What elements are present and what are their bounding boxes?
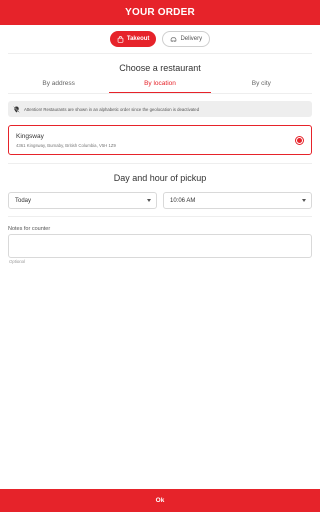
delivery-car-icon [170,36,177,43]
pickup-section-title: Day and hour of pickup [113,173,207,183]
chevron-down-icon [302,199,306,202]
restaurant-address: 4361 Kingsway, Burnaby, British Columbia… [16,143,116,148]
pickup-time-value: 10:06 AM [170,197,196,204]
notes-hint: Optional [9,259,26,264]
radio-dot [297,138,302,143]
notes-input[interactable] [8,234,312,258]
delivery-button[interactable]: Delivery [162,31,211,47]
restaurant-section-title: Choose a restaurant [119,63,201,73]
location-off-icon [13,105,20,113]
notes-label: Notes for counter [8,226,51,232]
divider [8,53,312,54]
notice-text: Attention! Restaurants are shown in an a… [24,106,200,112]
restaurant-item[interactable]: Kingsway 4361 Kingsway, Burnaby, British… [8,125,312,155]
pickup-time-select[interactable]: 10:06 AM [163,192,312,209]
order-mode-toggle: Takeout Delivery [0,31,320,47]
takeout-button[interactable]: Takeout [109,31,157,47]
pickup-day-select[interactable]: Today [8,192,157,209]
pickup-day-value: Today [15,197,32,204]
restaurant-name: Kingsway [16,133,44,140]
ok-button-label: Ok [155,497,165,504]
geolocation-notice: Attention! Restaurants are shown in an a… [8,101,312,117]
app-header: YOUR ORDER [0,0,320,25]
page-title: YOUR ORDER [125,7,195,18]
ok-button[interactable]: Ok [0,489,320,512]
restaurant-search-tabs: By address By location By city [8,76,312,93]
shopping-bag-icon [117,35,124,43]
tab-by-address[interactable]: By address [8,76,109,93]
divider [8,216,312,217]
tabs-divider [8,93,312,94]
divider [8,163,312,164]
tab-by-city[interactable]: By city [211,76,312,93]
delivery-label: Delivery [180,36,203,42]
chevron-down-icon [147,199,151,202]
tab-by-location[interactable]: By location [109,76,211,93]
takeout-label: Takeout [126,36,150,42]
restaurant-radio-selected[interactable] [295,136,304,145]
